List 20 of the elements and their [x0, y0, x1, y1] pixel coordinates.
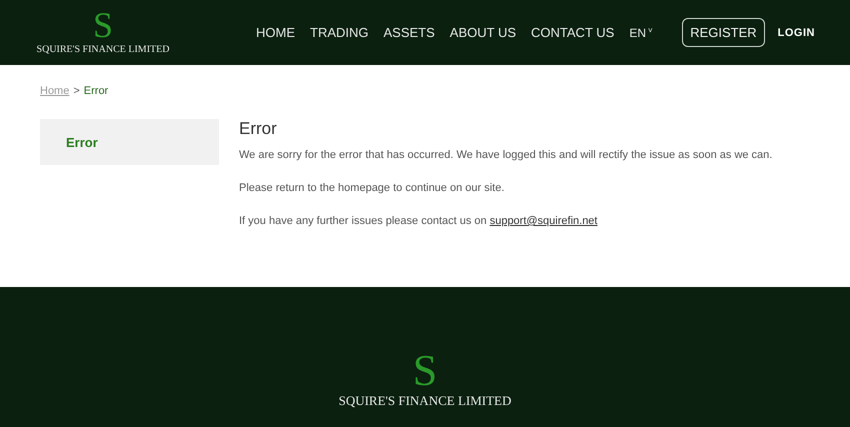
- breadcrumb-separator: >: [73, 85, 80, 97]
- nav-link[interactable]: TRADING: [310, 25, 368, 40]
- logo-name: SQUIRE'S FINANCE LIMITED: [338, 393, 512, 409]
- breadcrumb-current: Error: [84, 85, 108, 97]
- language-selector[interactable]: EN ˅: [629, 26, 653, 40]
- paragraph: We are sorry for the error that has occurred. We have logged this and will rectify the issue as soon as we can.: [239, 149, 772, 161]
- nav-link[interactable]: ABOUT US: [450, 25, 516, 40]
- logo-letter: S: [412, 353, 438, 389]
- page-title: Error: [239, 119, 278, 139]
- email-link[interactable]: support@squirefin.net: [490, 215, 598, 227]
- nav-link[interactable]: ASSETS: [384, 25, 435, 40]
- paragraph: Please return to the homepage to continue on our site.: [239, 182, 506, 194]
- register-button[interactable]: REGISTER: [682, 18, 765, 47]
- logo-name: SQUIRE'S FINANCE LIMITED: [36, 44, 170, 55]
- login-link[interactable]: LOGIN: [778, 26, 815, 38]
- paragraph: If you have any further issues please contact us on support@squirefin.net: [239, 215, 598, 227]
- nav-link[interactable]: CONTACT US: [531, 25, 614, 40]
- nav-link[interactable]: HOME: [256, 25, 295, 40]
- logo-letter: S: [92, 10, 114, 40]
- sidebar-item[interactable]: Error: [66, 134, 98, 150]
